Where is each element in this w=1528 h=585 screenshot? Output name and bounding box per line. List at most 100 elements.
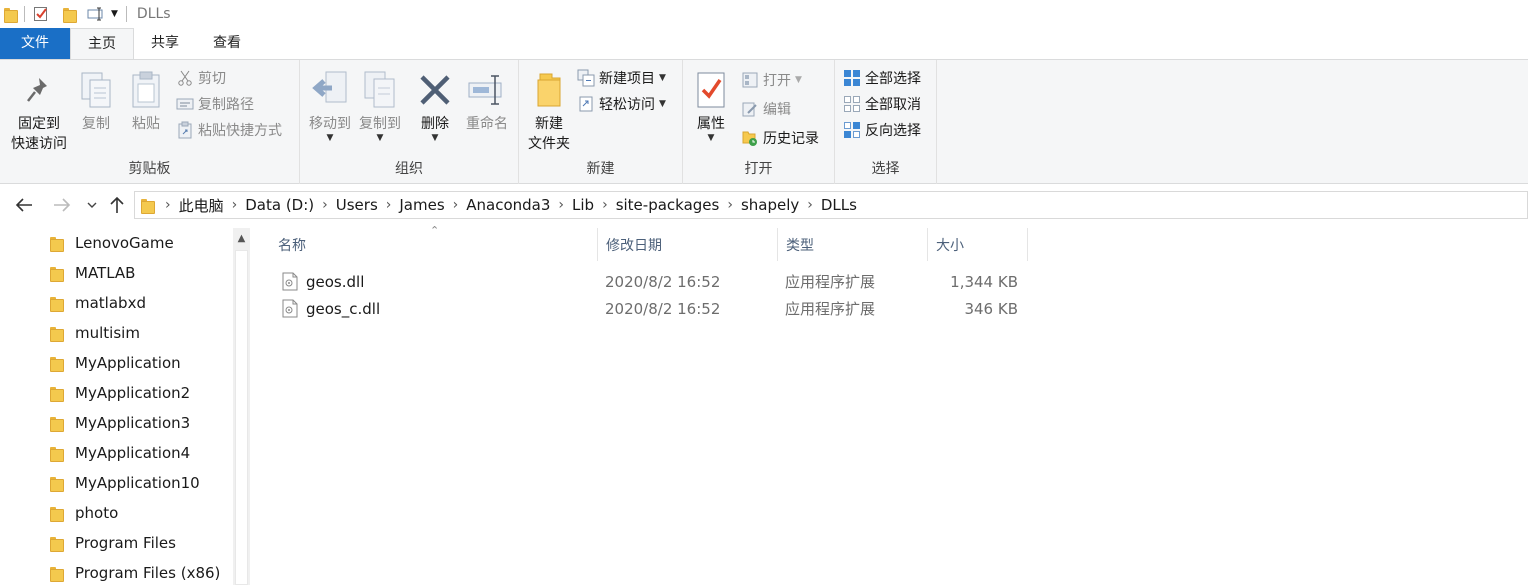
- breadcrumb-item[interactable]: Data (D:): [239, 196, 320, 214]
- breadcrumb-item[interactable]: Lib: [566, 196, 600, 214]
- select-none-button[interactable]: 全部取消: [843, 92, 921, 116]
- paste-shortcut-button[interactable]: 粘贴快捷方式: [176, 118, 282, 142]
- breadcrumb-item[interactable]: James: [393, 196, 450, 214]
- nav-pane-scrollbar[interactable]: ▲: [233, 228, 250, 585]
- nav-folder-item[interactable]: Program Files: [50, 528, 176, 558]
- nav-folder-item[interactable]: matlabxd: [50, 288, 146, 318]
- tab-home[interactable]: 主页: [70, 28, 134, 60]
- nav-folder-item[interactable]: Program Files (x86): [50, 558, 220, 585]
- breadcrumb-item[interactable]: Users: [330, 196, 384, 214]
- chevron-down-icon: ▼: [326, 133, 334, 143]
- history-button[interactable]: 历史记录: [741, 126, 819, 150]
- folder-icon: [50, 236, 64, 252]
- select-all-button[interactable]: 全部选择: [843, 66, 921, 90]
- nav-folder-item[interactable]: LenovoGame: [50, 228, 174, 258]
- new-item-icon: [577, 69, 595, 87]
- file-size: 346 KB: [964, 299, 1018, 318]
- folder-icon: [50, 476, 64, 492]
- scissors-icon: [176, 69, 194, 87]
- folder-icon: [50, 296, 64, 312]
- file-date: 2020/8/2 16:52: [605, 299, 721, 318]
- new-group: 新建 文件夹 新建项目 ▼ 轻松访问 ▼ 新建: [519, 60, 683, 184]
- new-folder-button[interactable]: 新建 文件夹: [523, 68, 575, 154]
- select-all-icon: [843, 69, 861, 87]
- breadcrumb-item[interactable]: site-packages: [610, 196, 726, 214]
- chevron-right-icon[interactable]: ›: [600, 197, 610, 213]
- chevron-right-icon[interactable]: ›: [725, 197, 735, 213]
- breadcrumb-item[interactable]: Anaconda3: [460, 196, 556, 214]
- chevron-right-icon[interactable]: ›: [320, 197, 330, 213]
- nav-folder-item[interactable]: MyApplication: [50, 348, 181, 378]
- copy-to-button[interactable]: 复制到 ▼: [354, 68, 406, 143]
- copy-path-button[interactable]: 复制路径: [176, 92, 254, 116]
- file-list: 名称 ⌃ 修改日期 类型 大小 geos.dll 2020/8/2 16:52 …: [270, 224, 1528, 585]
- group-label-select: 选择: [871, 161, 900, 177]
- chevron-right-icon[interactable]: ›: [556, 197, 566, 213]
- paste-button[interactable]: 粘贴: [124, 68, 168, 134]
- breadcrumb-item[interactable]: 此电脑: [173, 195, 230, 216]
- folder-icon: [50, 416, 64, 432]
- ribbon: 固定到 快速访问 复制 粘贴 剪切 复制路径 粘贴快捷方式 剪贴板 移动到 ▼ …: [0, 59, 1528, 184]
- easy-access-button[interactable]: 轻松访问 ▼: [577, 92, 666, 116]
- file-row[interactable]: geos_c.dll 2020/8/2 16:52 应用程序扩展 346 KB: [270, 295, 1030, 322]
- rename-button[interactable]: 重命名: [460, 68, 514, 134]
- back-arrow-icon[interactable]: [12, 193, 36, 217]
- open-button[interactable]: 打开 ▼: [741, 68, 802, 92]
- column-header-type[interactable]: 类型: [778, 228, 928, 261]
- breadcrumb-item[interactable]: DLLs: [815, 196, 863, 214]
- nav-folder-item[interactable]: MyApplication3: [50, 408, 190, 438]
- file-size: 1,344 KB: [950, 272, 1018, 291]
- nav-folder-item[interactable]: photo: [50, 498, 118, 528]
- file-name: geos.dll: [306, 272, 365, 291]
- nav-folder-item[interactable]: multisim: [50, 318, 140, 348]
- tab-file[interactable]: 文件: [0, 28, 70, 59]
- properties-quick-icon[interactable]: [33, 6, 49, 22]
- invert-selection-button[interactable]: 反向选择: [843, 118, 921, 142]
- recent-locations-chevron-icon[interactable]: [84, 193, 100, 217]
- new-item-button[interactable]: 新建项目 ▼: [577, 66, 666, 90]
- nav-folder-item[interactable]: MyApplication2: [50, 378, 190, 408]
- nav-folder-item[interactable]: MATLAB: [50, 258, 135, 288]
- divider: [24, 6, 25, 22]
- up-arrow-icon[interactable]: [106, 193, 128, 217]
- tab-view[interactable]: 查看: [196, 28, 258, 59]
- copy-to-icon: [354, 68, 406, 112]
- rename-icon: [460, 68, 514, 112]
- delete-button[interactable]: 删除 ▼: [414, 68, 456, 143]
- copy-button[interactable]: 复制: [74, 68, 118, 134]
- column-header-name[interactable]: 名称 ⌃: [270, 224, 598, 261]
- forward-arrow-icon[interactable]: [50, 193, 74, 217]
- nav-folder-item[interactable]: MyApplication10: [50, 468, 200, 498]
- new-folder-quick-icon[interactable]: [63, 7, 77, 23]
- tab-share[interactable]: 共享: [134, 28, 196, 59]
- move-to-icon: [304, 68, 356, 112]
- chevron-down-icon: ▼: [376, 133, 384, 143]
- chevron-right-icon[interactable]: ›: [384, 197, 394, 213]
- edit-icon: [741, 100, 759, 118]
- chevron-right-icon[interactable]: ›: [230, 197, 240, 213]
- move-to-button[interactable]: 移动到 ▼: [304, 68, 356, 143]
- properties-button[interactable]: 属性 ▼: [689, 68, 733, 143]
- folder-icon: [4, 7, 18, 23]
- address-bar[interactable]: › 此电脑 › Data (D:) › Users › James › Anac…: [134, 191, 1528, 219]
- cut-button[interactable]: 剪切: [176, 66, 226, 90]
- folder-icon: [50, 326, 64, 342]
- column-header-date[interactable]: 修改日期: [598, 228, 778, 261]
- chevron-right-icon[interactable]: ›: [163, 197, 173, 213]
- customize-toolbar-dropdown-icon[interactable]: ▼: [111, 9, 118, 19]
- edit-button[interactable]: 编辑: [741, 97, 791, 121]
- breadcrumb-item[interactable]: shapely: [735, 196, 805, 214]
- file-row[interactable]: geos.dll 2020/8/2 16:52 应用程序扩展 1,344 KB: [270, 268, 1030, 295]
- column-header-size[interactable]: 大小: [928, 228, 1028, 261]
- pin-to-quick-access-button[interactable]: 固定到 快速访问: [6, 68, 72, 154]
- chevron-right-icon[interactable]: ›: [451, 197, 461, 213]
- title-bar: ▼ DLLs: [0, 0, 1528, 28]
- nav-folder-item[interactable]: MyApplication4: [50, 438, 190, 468]
- folder-icon: [50, 446, 64, 462]
- clipboard-group: 固定到 快速访问 复制 粘贴 剪切 复制路径 粘贴快捷方式 剪贴板: [0, 60, 300, 184]
- chevron-right-icon[interactable]: ›: [805, 197, 815, 213]
- rename-quick-icon[interactable]: [87, 6, 107, 22]
- scrollbar-thumb[interactable]: [235, 250, 248, 585]
- folder-icon: [50, 266, 64, 282]
- scroll-up-arrow-icon[interactable]: ▲: [233, 228, 250, 248]
